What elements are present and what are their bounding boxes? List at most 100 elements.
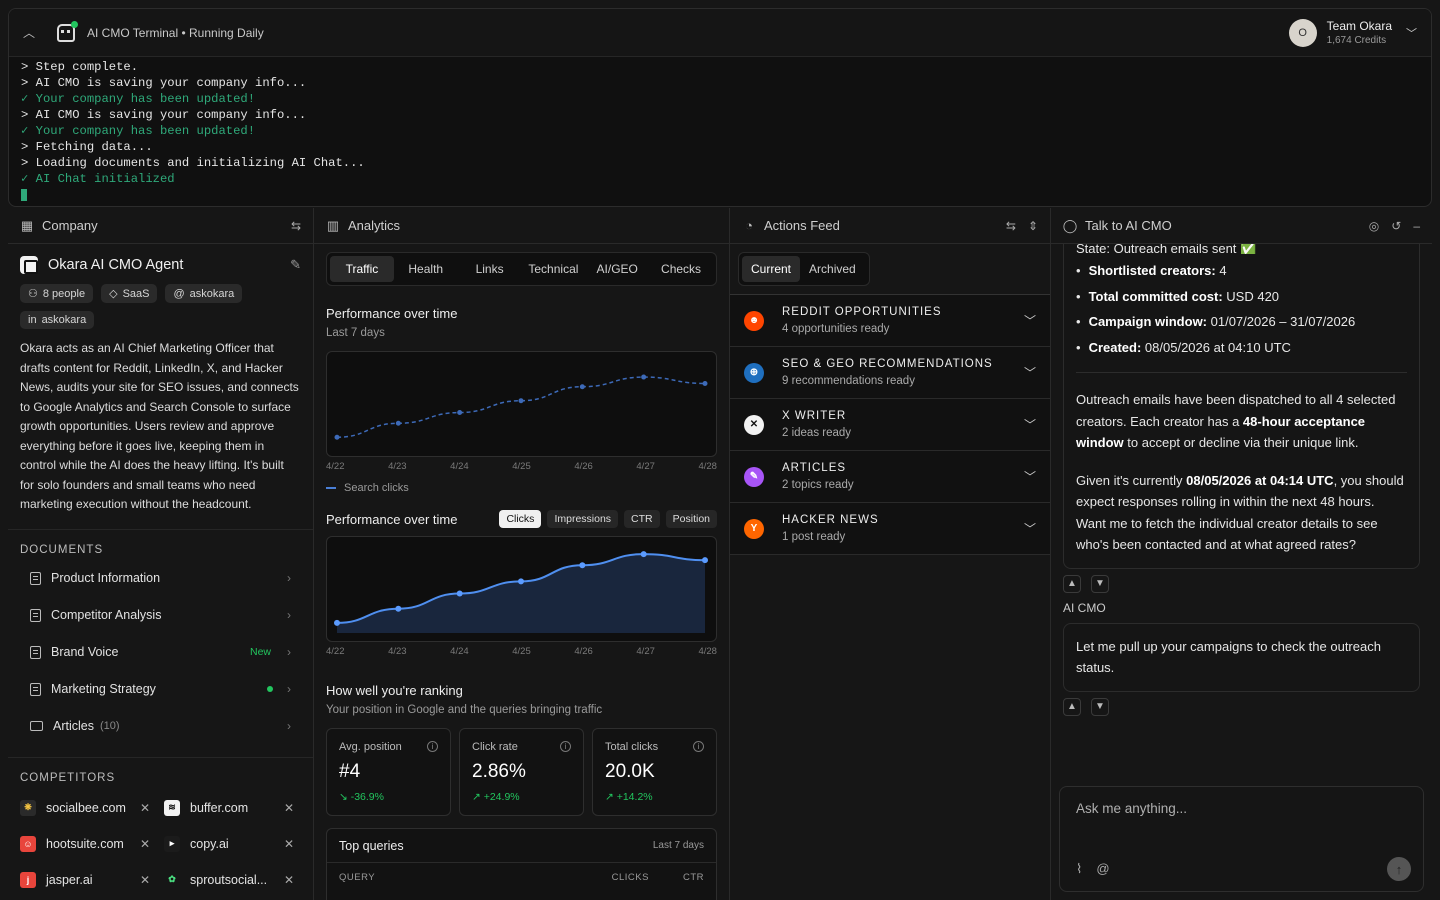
thumbs-down-icon[interactable]: ▼ [1091,574,1109,593]
settings-sliders-icon[interactable]: ⇆ [291,219,301,233]
feed-item[interactable]: ✎ ARTICLES 2 topics ready ﹀ [730,450,1050,503]
new-chat-icon[interactable]: ◎ [1369,219,1379,233]
competitor-item[interactable]: ☺ hootsuite.com ✕ [20,826,164,862]
feed-item[interactable]: ⊕ SEO & GEO RECOMMENDATIONS 9 recommendati… [730,346,1050,399]
mention-at-icon[interactable]: @ [1096,861,1109,877]
chevron-right-icon: › [287,719,291,733]
document-item[interactable]: Marketing Strategy › [20,671,301,708]
remove-x-icon[interactable]: ✕ [140,837,150,851]
data-point[interactable] [395,605,402,612]
feed-item[interactable]: Y HACKER NEWS 1 post ready ﹀ [730,502,1050,555]
chip-label: askokara [41,314,87,326]
chat-header: ◯ Talk to AI CMO ◎ ↺ – [1051,208,1432,244]
chevron-down-icon[interactable]: ﹀ [1024,364,1036,381]
tab-health[interactable]: Health [394,256,458,282]
data-point[interactable] [518,398,524,404]
history-icon[interactable]: ↺ [1391,219,1401,233]
competitor-item[interactable]: ▸ copy.ai ✕ [164,826,308,862]
data-point[interactable] [640,551,647,558]
data-point[interactable] [702,381,708,386]
chart1-x-ticks: 4/22 4/23 4/24 4/25 4/26 4/27 4/28 [314,457,729,472]
data-point[interactable] [518,578,524,585]
remove-x-icon[interactable]: ✕ [140,873,150,887]
globe-icon: ⊕ [744,362,764,383]
info-icon[interactable]: i [427,741,438,752]
tab-traffic[interactable]: Traffic [330,256,394,282]
col-clicks[interactable]: CLICKS [612,872,649,883]
competitor-item[interactable]: ✿ sproutsocial... ✕ [164,862,308,898]
segment-current[interactable]: Current [742,256,801,282]
competitor-item[interactable]: ≋ buffer.com ✕ [164,790,308,826]
chevron-down-icon[interactable]: ﹀ [1024,312,1036,329]
tab-links[interactable]: Links [458,256,522,282]
document-item[interactable]: Product Information › [20,560,301,597]
remove-x-icon[interactable]: ✕ [284,801,294,815]
company-chip[interactable]: @ askokara [165,284,243,303]
segment-archived[interactable]: Archived [800,256,865,282]
info-icon[interactable]: i [693,741,704,752]
filter-sliders-icon[interactable]: ⇆ [1006,219,1016,233]
x-tick-label: 4/26 [574,461,593,472]
thumbs-down-icon[interactable]: ▼ [1091,697,1109,716]
data-point[interactable] [457,410,463,416]
chat-composer[interactable]: Ask me anything... ⌇ @ ↑ [1059,786,1424,892]
feed-text: HACKER NEWS 1 post ready [782,514,879,543]
feed-item[interactable]: ☻ REDDIT OPPORTUNITIES 4 opportunities rea… [730,294,1050,347]
chevron-down-icon[interactable]: ﹀ [1024,520,1036,537]
competitor-logo-icon: ▸ [164,835,180,852]
assistant-message-2: Let me pull up your campaigns to check t… [1063,622,1420,692]
paperclip-icon[interactable]: ⌇ [1076,861,1082,877]
metric-pill[interactable]: Clicks [499,510,542,528]
send-button[interactable]: ↑ [1387,857,1411,881]
chat-input[interactable]: Ask me anything... [1076,801,1407,816]
data-point[interactable] [641,374,647,380]
metric-pill[interactable]: Position [665,510,717,528]
col-query[interactable]: QUERY [339,872,375,883]
kpi-delta: ↘ -36.9% [339,791,384,803]
minimize-icon[interactable]: – [1413,219,1420,233]
metric-pill[interactable]: CTR [624,510,660,528]
tab-aigeo[interactable]: AI/GEO [585,256,649,282]
feed-item[interactable]: ✕ X WRITER 2 ideas ready ﹀ [730,398,1050,451]
document-label: Marketing Strategy [51,682,156,696]
document-item[interactable]: Brand Voice New › [20,634,301,671]
remove-x-icon[interactable]: ✕ [284,873,294,887]
feed-text: X WRITER 2 ideas ready [782,410,851,439]
col-ctr[interactable]: CTR [683,872,704,883]
articles-folder[interactable]: Articles (10) › [20,708,301,745]
expand-icon[interactable]: ⇕ [1028,219,1038,233]
collapse-chevron-icon[interactable]: ︿ [23,24,43,41]
tab-checks[interactable]: Checks [649,256,713,282]
data-point[interactable] [702,557,708,564]
campaign-bullet: Campaign window: 01/07/2026 – 31/07/2026 [1076,309,1407,335]
chevron-down-icon[interactable]: ﹀ [1406,25,1417,41]
company-chip[interactable]: in askokara [20,311,95,329]
remove-x-icon[interactable]: ✕ [284,837,294,851]
data-point[interactable] [395,420,401,426]
data-point[interactable] [579,562,586,569]
data-point[interactable] [456,590,463,597]
feed-list: ☻ REDDIT OPPORTUNITIES 4 opportunities rea… [730,294,1050,555]
account-menu[interactable]: O Team Okara 1,674 Credits ﹀ [1288,18,1417,47]
company-chip[interactable]: ◇ SaaS [101,284,158,303]
data-point[interactable] [334,619,340,626]
company-chip[interactable]: ⚇ 8 people [20,284,94,303]
feed-text: SEO & GEO RECOMMENDATIONS 9 recommendatio… [782,358,993,387]
chevron-down-icon[interactable]: ﹀ [1024,468,1036,485]
campaign-bullet: Total committed cost: USD 420 [1076,284,1407,310]
tab-technical[interactable]: Technical [521,256,585,282]
metric-pill[interactable]: Impressions [547,510,619,528]
document-item[interactable]: Competitor Analysis › [20,597,301,634]
remove-x-icon[interactable]: ✕ [140,801,150,815]
info-icon[interactable]: i [560,741,571,752]
edit-pencil-icon[interactable]: ✎ [290,257,301,273]
actions-feed-panel: ◔ Actions Feed ⇆ ⇕ Current Archived ☻ REDD… [730,208,1051,900]
thumbs-up-icon[interactable]: ▲ [1063,574,1081,593]
data-point[interactable] [334,434,340,440]
top-queries-range[interactable]: Last 7 days [653,840,704,851]
chevron-down-icon[interactable]: ﹀ [1024,416,1036,433]
competitor-item[interactable]: j jasper.ai ✕ [20,862,164,898]
thumbs-up-icon[interactable]: ▲ [1063,697,1081,716]
data-point[interactable] [579,384,585,390]
competitor-item[interactable]: ❋ socialbee.com ✕ [20,790,164,826]
